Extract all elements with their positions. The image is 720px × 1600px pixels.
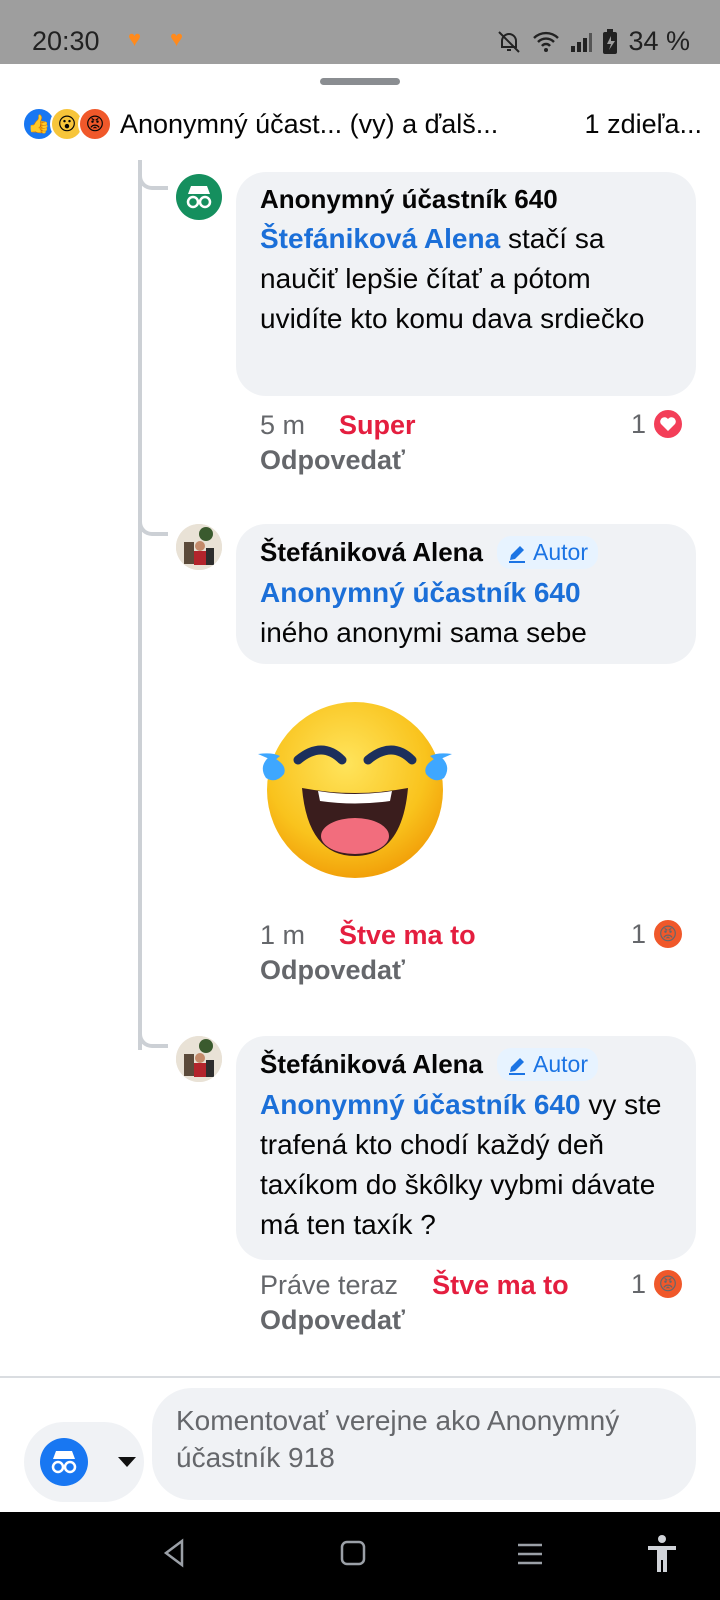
comment-input[interactable]: Komentovať verejne ako Anonymný účastník… [152, 1388, 696, 1500]
user-avatar[interactable] [176, 1036, 222, 1082]
anonymous-avatar[interactable] [176, 174, 222, 220]
angry-reaction-icon: 😡 [652, 918, 684, 950]
comment-meta: 5 m Super Odpovedať [260, 410, 416, 476]
composer-divider [0, 1376, 720, 1378]
comment-meta: 1 m Štve ma to Odpovedať [260, 920, 476, 986]
comment-text: Štefániková Alena stačí sa naučiť lepšie… [260, 223, 645, 334]
mention-link[interactable]: Anonymný účastník 640 [260, 577, 581, 608]
home-icon[interactable] [340, 1540, 366, 1566]
reaction-count[interactable]: 1 😡 [631, 1268, 684, 1300]
comment-time: Práve teraz [260, 1270, 399, 1300]
reply-button[interactable]: Odpovedať [260, 955, 476, 986]
sheet-drag-handle[interactable] [320, 78, 400, 85]
comment-author[interactable]: Štefániková Alena Autor [260, 1048, 672, 1081]
reply-connector [138, 166, 168, 190]
back-icon[interactable] [160, 1538, 188, 1568]
status-icons: 34 % [496, 26, 690, 57]
mute-bell-icon [498, 30, 521, 53]
reaction-count[interactable]: 1 [631, 408, 684, 440]
reaction-button[interactable]: Štve ma to [432, 1270, 569, 1300]
reactions-header[interactable]: 👍 😮 😡 Anonymný účast... (vy) a ďalš... 1… [22, 104, 702, 144]
reply-button[interactable]: Odpovedať [260, 445, 416, 476]
love-reaction-icon [652, 408, 684, 440]
pencil-icon [509, 545, 526, 563]
comment-bubble[interactable]: Štefániková Alena Autor Anonymný účastní… [236, 524, 696, 664]
identity-switcher[interactable] [24, 1422, 144, 1502]
comment-bubble[interactable]: Anonymný účastník 640 Štefániková Alena … [236, 172, 696, 396]
recents-icon[interactable] [516, 1542, 544, 1566]
accessibility-icon[interactable] [646, 1534, 678, 1574]
reaction-button[interactable]: Super [339, 410, 416, 440]
laughing-tears-sticker [258, 702, 452, 878]
shares-count[interactable]: 1 zdieľa... [585, 109, 702, 140]
reaction-button[interactable]: Štve ma to [339, 920, 476, 950]
angry-reaction-icon: 😡 [652, 1268, 684, 1300]
comment-time: 5 m [260, 410, 306, 440]
status-bar: 20:30 ♥ ♥ 34 % [0, 0, 720, 64]
comment-author[interactable]: Anonymný účastník 640 [260, 184, 672, 215]
system-nav-bar [0, 1512, 720, 1600]
battery-icon [603, 28, 618, 54]
notification-icon: ♥ [128, 26, 142, 51]
reaction-count[interactable]: 1 😡 [631, 918, 684, 950]
mention-link[interactable]: Štefániková Alena [260, 223, 500, 254]
battery-level: 34 % [628, 26, 690, 56]
comment-time: 1 m [260, 920, 306, 950]
wifi-icon [533, 31, 560, 52]
comment-bubble[interactable]: Štefániková Alena Autor Anonymný účastní… [236, 1036, 696, 1260]
comment-text: Anonymný účastník 640 iného anonymi sama … [260, 577, 587, 648]
comment-meta: Práve teraz Štve ma to Odpovedať [260, 1270, 569, 1336]
notification-icon: ♥ [170, 26, 184, 51]
comment-author[interactable]: Štefániková Alena Autor [260, 536, 672, 569]
pencil-icon [509, 1057, 526, 1075]
reply-connector [138, 512, 168, 536]
status-time: 20:30 [32, 26, 100, 56]
reply-button[interactable]: Odpovedať [260, 1305, 569, 1336]
author-badge: Autor [497, 536, 598, 569]
reply-connector [138, 1024, 168, 1048]
signal-icon [571, 32, 593, 52]
mention-link[interactable]: Anonymný účastník 640 [260, 1089, 581, 1120]
reactors-summary: Anonymný účast... (vy) a ďalš... [120, 108, 499, 139]
incognito-icon [51, 1451, 77, 1474]
angry-reaction-icon: 😡 [78, 107, 112, 141]
incognito-icon [186, 186, 212, 209]
chevron-down-icon [118, 1457, 136, 1467]
author-badge: Autor [497, 1048, 598, 1081]
comment-text: Anonymný účastník 640 vy ste trafená kto… [260, 1089, 662, 1240]
thread-line [138, 160, 142, 1050]
anonymous-avatar [40, 1438, 88, 1486]
user-avatar[interactable] [176, 524, 222, 570]
